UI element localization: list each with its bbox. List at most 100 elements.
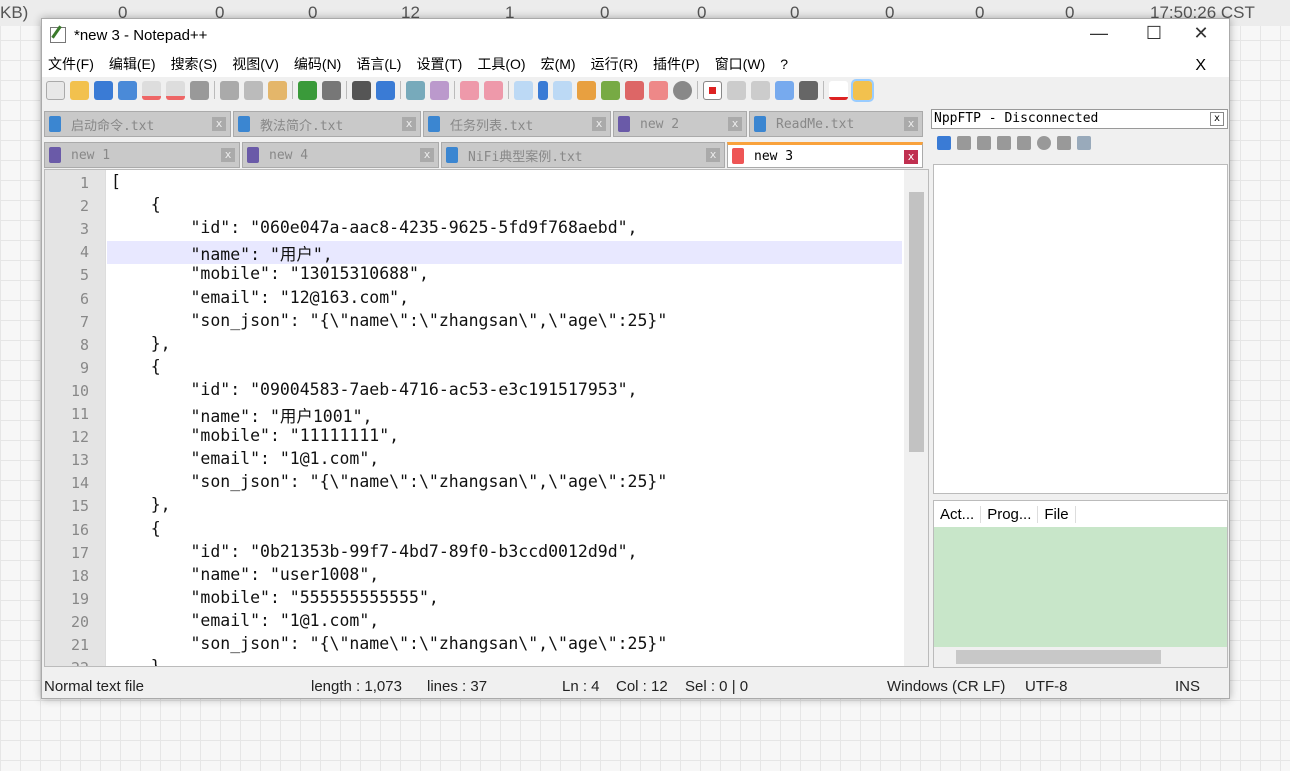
find-icon[interactable] <box>352 80 371 100</box>
function-list-icon[interactable] <box>601 80 620 100</box>
ftp-file-tree[interactable] <box>933 164 1228 494</box>
indent-guide-icon[interactable] <box>553 80 572 100</box>
tab-close-icon[interactable]: x <box>592 117 606 131</box>
text-editor[interactable]: 12345678910111213141516171819202122 [ { … <box>44 169 929 667</box>
line-number: 2 <box>79 197 89 216</box>
column-action[interactable]: Act... <box>934 505 982 523</box>
close-icon[interactable] <box>142 80 161 100</box>
abort-icon[interactable] <box>1037 136 1051 150</box>
column-progress[interactable]: Prog... <box>981 505 1039 523</box>
menu-run[interactable]: 运行(R) <box>591 54 638 74</box>
code-line: "email": "1@1.com", <box>111 449 380 469</box>
tab-close-icon[interactable]: x <box>212 117 226 131</box>
tab-close-icon[interactable]: x <box>904 150 918 164</box>
save-macro-icon[interactable] <box>799 80 818 100</box>
ftp-panel-close-button[interactable]: x <box>1210 112 1224 126</box>
code-line: "name": "用户", <box>111 245 333 265</box>
menu-plugins[interactable]: 插件(P) <box>653 54 700 74</box>
zoom-out-icon[interactable] <box>430 80 449 100</box>
print-icon[interactable] <box>190 80 209 100</box>
doc-map-icon[interactable] <box>577 80 596 100</box>
cut-icon[interactable] <box>220 80 239 100</box>
record-macro-icon[interactable] <box>703 80 722 100</box>
stop-macro-icon[interactable] <box>727 80 746 100</box>
play-macro-icon[interactable] <box>751 80 770 100</box>
file-icon <box>754 116 766 132</box>
tab-new-2[interactable]: new 2 x <box>613 111 747 137</box>
tab-close-icon[interactable]: x <box>904 117 918 131</box>
close-all-icon[interactable] <box>166 80 185 100</box>
menu-macro[interactable]: 宏(M) <box>541 54 576 74</box>
monitor-icon[interactable] <box>649 80 668 100</box>
insert-mode: INS <box>1175 678 1201 695</box>
vertical-scrollbar[interactable] <box>904 170 928 666</box>
size-label: KB) <box>0 3 29 22</box>
new-file-icon[interactable] <box>46 80 65 100</box>
focus-icon[interactable] <box>673 80 692 100</box>
menu-language[interactable]: 语言(L) <box>356 54 401 74</box>
menu-view[interactable]: 视图(V) <box>232 54 279 74</box>
word-wrap-icon[interactable] <box>514 80 533 100</box>
message-window-icon[interactable] <box>1077 136 1091 150</box>
refresh-icon[interactable] <box>1017 136 1031 150</box>
open-file-icon[interactable] <box>70 80 89 100</box>
tab-task-list[interactable]: 任务列表.txt x <box>423 111 611 137</box>
tab-startup-commands[interactable]: 启动命令.txt x <box>44 111 231 137</box>
cursor-line: Ln : 4 <box>562 678 600 695</box>
code-line: "son_json": "{\"name\":\"zhangsan\",\"ag… <box>111 472 668 492</box>
replace-icon[interactable] <box>376 80 395 100</box>
column-file[interactable]: File <box>1038 505 1076 523</box>
tab-new-1[interactable]: new 1 x <box>44 142 240 168</box>
download-icon[interactable] <box>977 136 991 150</box>
tab-close-icon[interactable]: x <box>221 148 235 162</box>
tab-new-3[interactable]: new 3 x <box>727 142 923 168</box>
menu-settings[interactable]: 设置(T) <box>416 54 462 74</box>
horizontal-scrollbar[interactable] <box>934 647 1227 667</box>
scrollbar-thumb[interactable] <box>956 650 1161 664</box>
tab-nifi-cases[interactable]: NiFi典型案例.txt x <box>441 142 725 168</box>
ftp-panel-icon[interactable] <box>851 78 874 102</box>
tab-readme[interactable]: ReadMe.txt x <box>749 111 923 137</box>
paste-icon[interactable] <box>268 80 287 100</box>
sync-horizontal-icon[interactable] <box>484 80 503 100</box>
menu-file[interactable]: 文件(F) <box>48 54 94 74</box>
scrollbar-thumb[interactable] <box>909 192 924 452</box>
maximize-button[interactable]: ☐ <box>1134 23 1174 44</box>
tab-close-icon[interactable]: x <box>402 117 416 131</box>
folder-workspace-icon[interactable] <box>625 80 644 100</box>
show-all-chars-icon[interactable] <box>538 80 548 100</box>
code-line: "mobile": "555555555555", <box>111 587 439 607</box>
menu-encoding[interactable]: 编码(N) <box>294 54 341 74</box>
undo-icon[interactable] <box>298 80 317 100</box>
status-bar: Normal text file length : 1,073 lines : … <box>42 674 1229 699</box>
tab-close-icon[interactable]: x <box>420 148 434 162</box>
spell-check-icon[interactable] <box>829 80 848 100</box>
tab-new-4[interactable]: new 4 x <box>242 142 439 168</box>
save-all-icon[interactable] <box>118 80 137 100</box>
file-icon <box>618 116 630 132</box>
disconnect-icon[interactable] <box>957 136 971 150</box>
menu-tools[interactable]: 工具(O) <box>477 54 525 74</box>
menu-window[interactable]: 窗口(W) <box>715 54 766 74</box>
title-bar: *new 3 - Notepad++ — ☐ ✕ <box>42 19 1229 51</box>
tab-close-icon[interactable]: x <box>728 117 742 131</box>
close-document-button[interactable]: X <box>1195 57 1206 75</box>
menu-search[interactable]: 搜索(S) <box>171 54 218 74</box>
zoom-in-icon[interactable] <box>406 80 425 100</box>
tab-intro[interactable]: 教法简介.txt x <box>233 111 421 137</box>
code-line: "son_json": "{\"name\":\"zhangsan\",\"ag… <box>111 310 668 330</box>
copy-icon[interactable] <box>244 80 263 100</box>
menu-edit[interactable]: 编辑(E) <box>109 54 156 74</box>
upload-icon[interactable] <box>997 136 1011 150</box>
connect-icon[interactable] <box>937 136 951 150</box>
redo-icon[interactable] <box>322 80 341 100</box>
settings-icon[interactable] <box>1057 136 1071 150</box>
minimize-button[interactable]: — <box>1079 23 1119 44</box>
run-macro-multiple-icon[interactable] <box>775 80 794 100</box>
sync-vertical-icon[interactable] <box>460 80 479 100</box>
tab-close-icon[interactable]: x <box>706 148 720 162</box>
close-button[interactable]: ✕ <box>1181 23 1221 44</box>
tab-label: ReadMe.txt <box>776 116 855 132</box>
save-icon[interactable] <box>94 80 113 100</box>
menu-help[interactable]: ? <box>780 56 788 72</box>
